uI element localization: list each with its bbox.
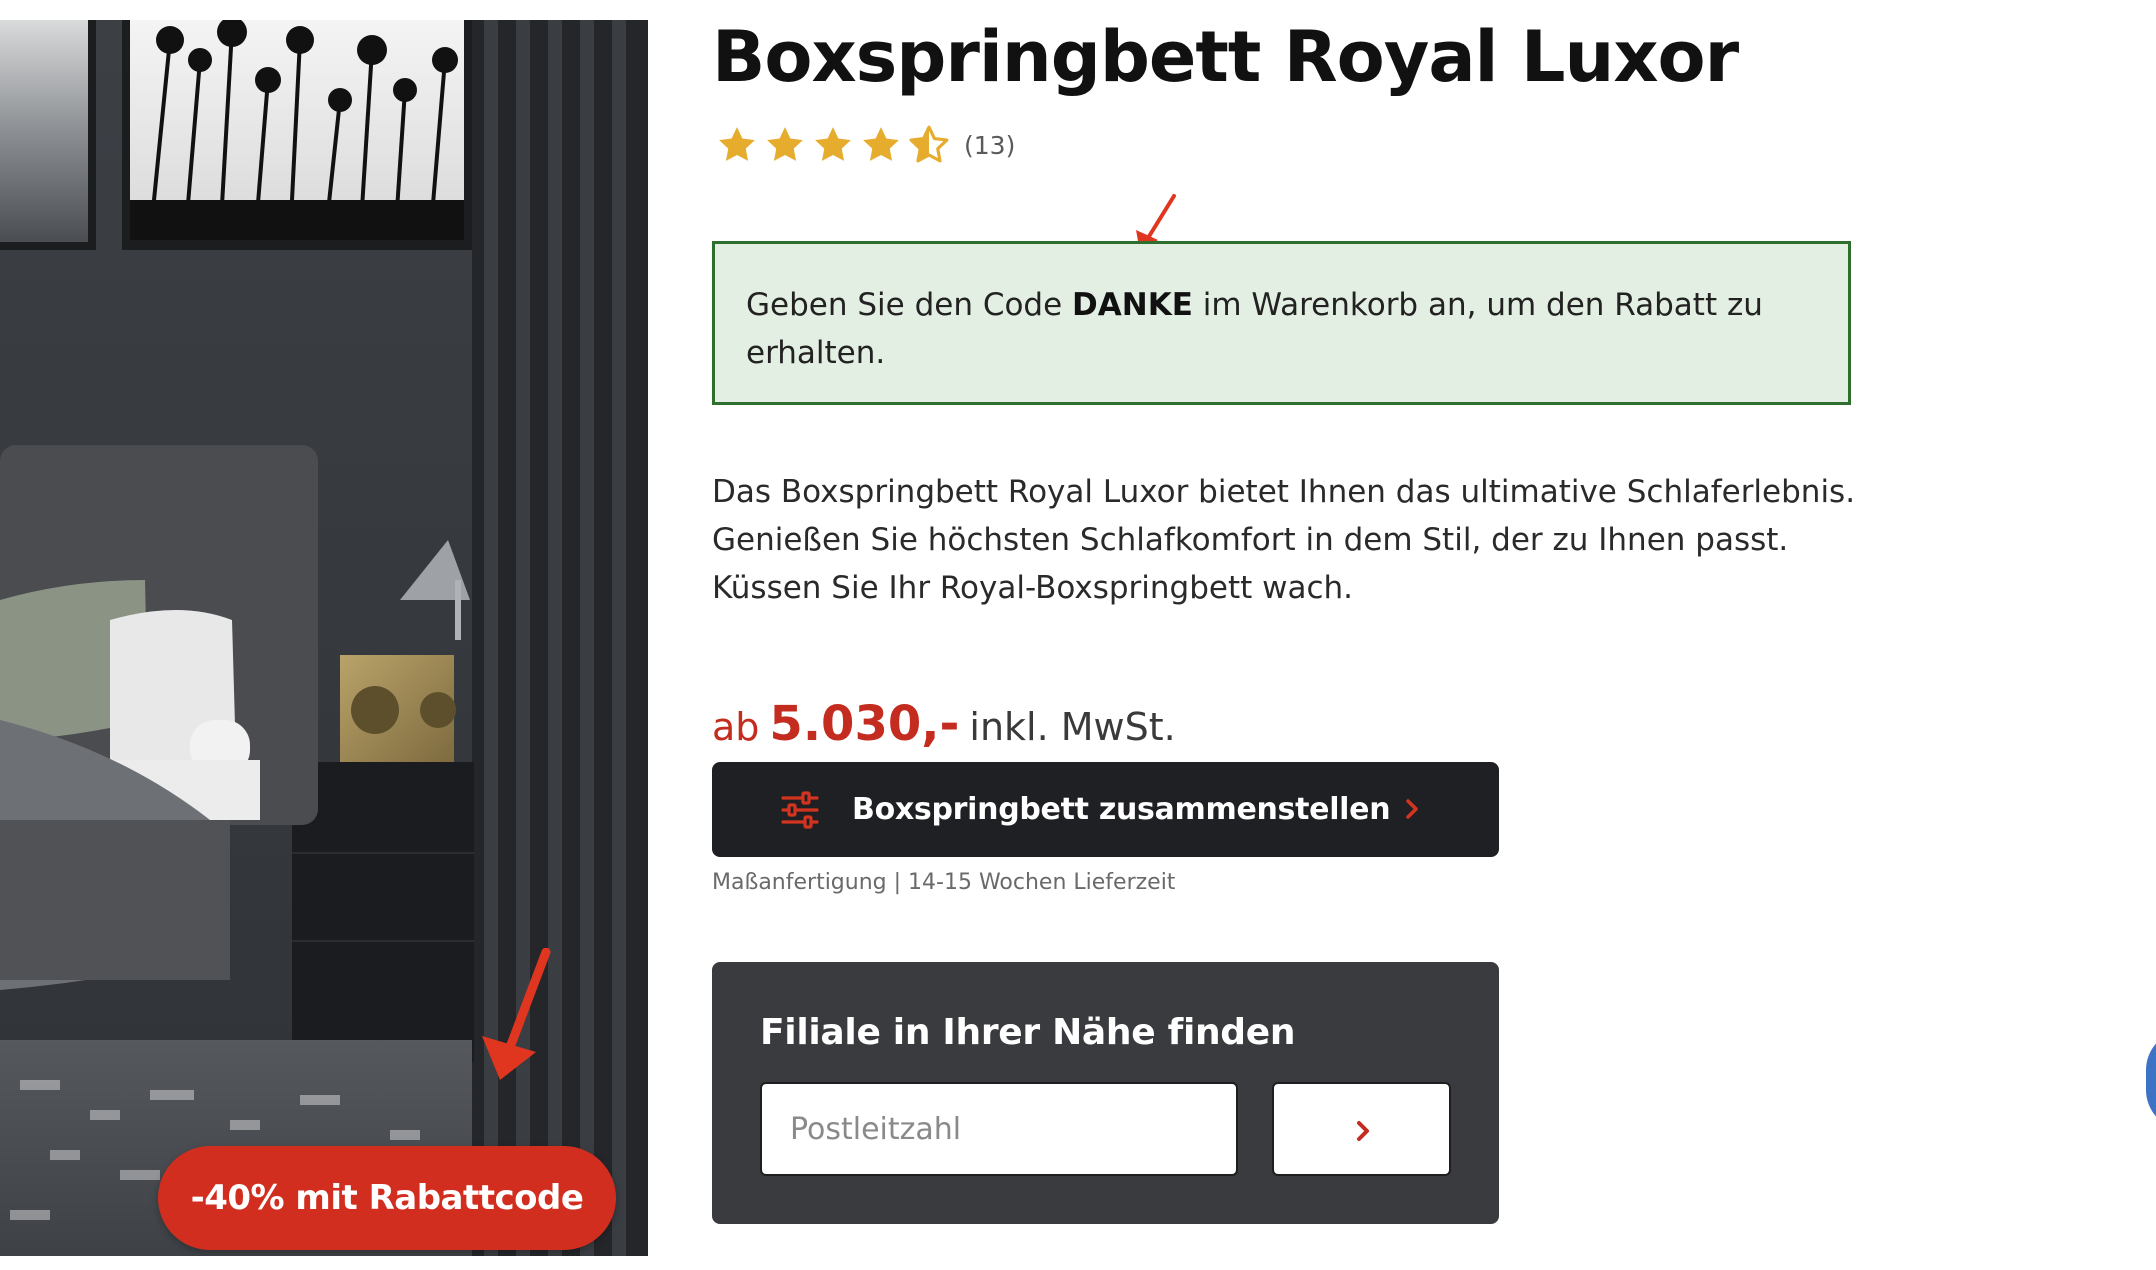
chat-widget-button[interactable] bbox=[2146, 1030, 2156, 1130]
product-title: Boxspringbett Royal Luxor bbox=[712, 16, 1739, 98]
configure-bed-button[interactable]: Boxspringbett zusammenstellen bbox=[712, 762, 1499, 857]
price: ab 5.030,- inkl. MwSt. bbox=[712, 696, 1176, 756]
price-prefix: ab bbox=[712, 705, 760, 749]
promo-text-before: Geben Sie den Code bbox=[746, 287, 1073, 323]
star-half-icon bbox=[909, 125, 949, 163]
price-suffix: inkl. MwSt. bbox=[969, 705, 1176, 749]
promo-code: DANKE bbox=[1072, 287, 1193, 323]
star-full-icon bbox=[815, 127, 851, 161]
price-value: 5.030,- bbox=[769, 696, 960, 752]
store-finder-title: Filiale in Ihrer Nähe finden bbox=[760, 1012, 1296, 1053]
bedroom-illustration bbox=[0, 20, 648, 1256]
delivery-note: Maßanfertigung | 14-15 Wochen Lieferzeit bbox=[712, 870, 1176, 895]
store-search-button[interactable] bbox=[1272, 1082, 1451, 1176]
product-image[interactable]: -40% mit Rabattcode bbox=[0, 20, 648, 1256]
star-full-icon bbox=[863, 127, 899, 161]
rating-count[interactable]: (13) bbox=[964, 131, 1015, 160]
chevron-right-icon bbox=[1357, 1121, 1369, 1141]
configure-bed-label: Boxspringbett zusammenstellen bbox=[852, 792, 1391, 827]
postal-code-input[interactable] bbox=[760, 1082, 1238, 1176]
store-finder: Filiale in Ihrer Nähe finden bbox=[712, 962, 1499, 1224]
chevron-right-icon bbox=[1406, 799, 1418, 819]
promo-code-notice: Geben Sie den Code DANKE im Warenkorb an… bbox=[712, 241, 1851, 405]
product-description: Das Boxspringbett Royal Luxor bietet Ihn… bbox=[712, 474, 1856, 606]
star-full-icon bbox=[767, 127, 803, 161]
discount-badge[interactable]: -40% mit Rabattcode bbox=[158, 1146, 616, 1250]
sliders-icon bbox=[781, 791, 819, 829]
star-rating[interactable]: (13) bbox=[716, 122, 1015, 168]
star-full-icon bbox=[719, 127, 755, 161]
